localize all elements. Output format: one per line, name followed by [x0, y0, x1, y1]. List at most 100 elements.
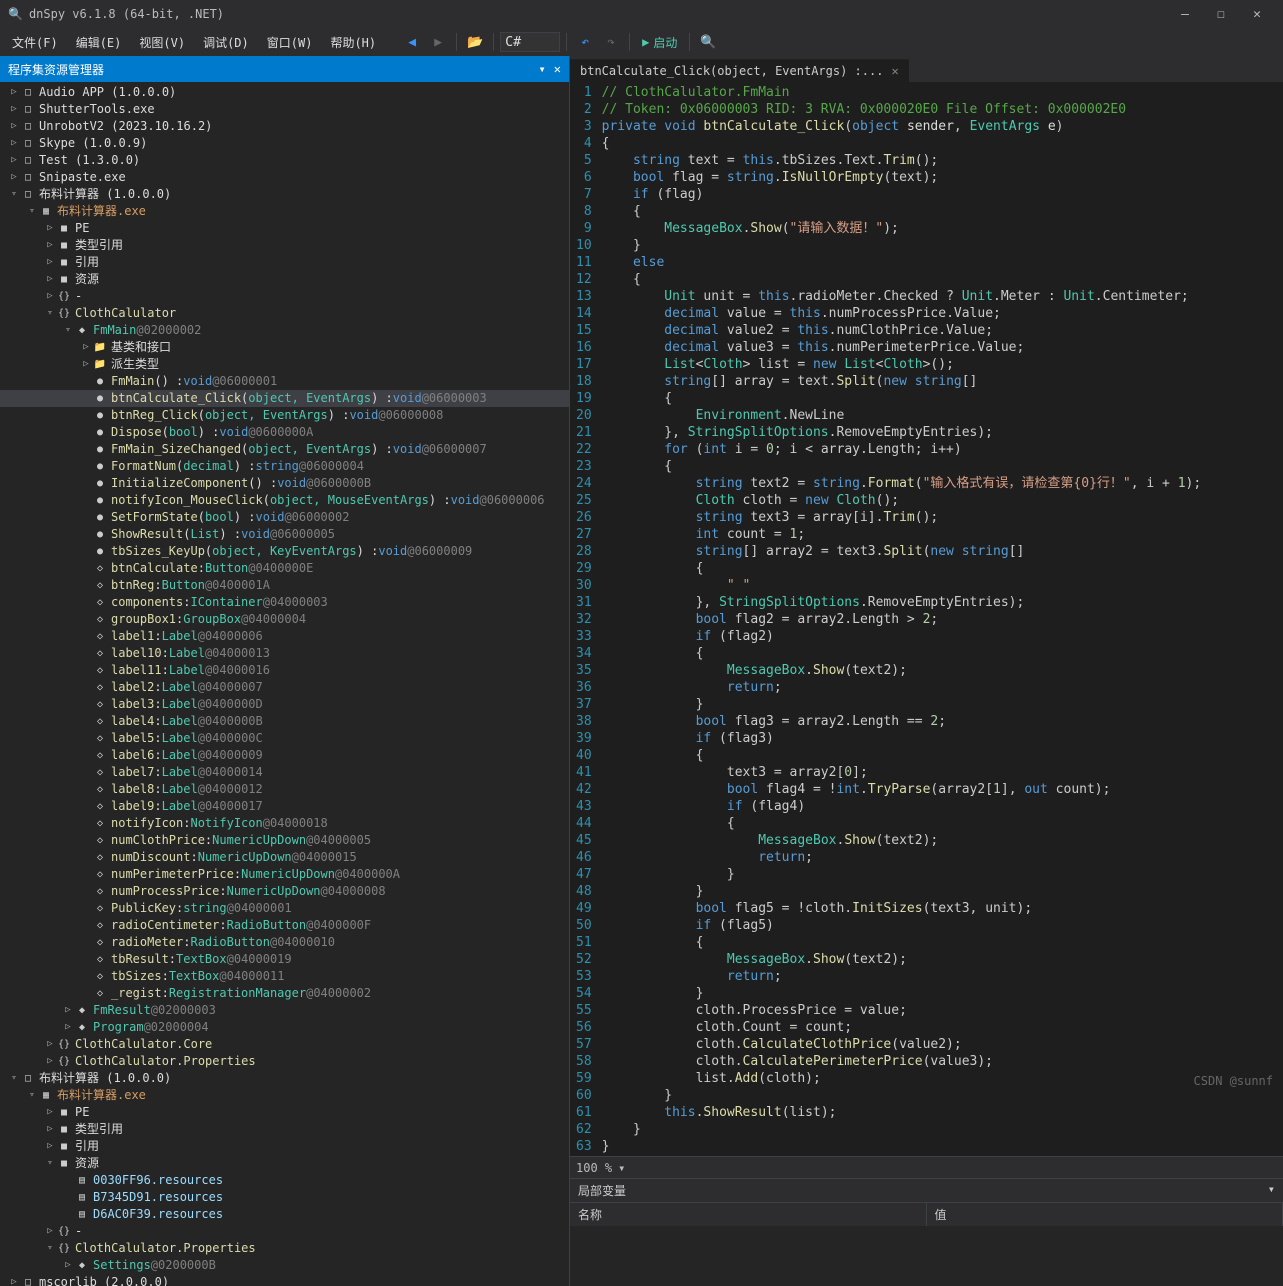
- tree-node[interactable]: ●SetFormState(bool) : void @06000002: [0, 509, 569, 526]
- tree-node[interactable]: ●FormatNum(decimal) : string @06000004: [0, 458, 569, 475]
- search-icon[interactable]: 🔍: [698, 32, 718, 52]
- menu-debug[interactable]: 调试(D): [195, 32, 257, 53]
- locals-col-name[interactable]: 名称: [570, 1203, 927, 1226]
- tree-node[interactable]: ▷□Test (1.3.0.0): [0, 152, 569, 169]
- tree-node[interactable]: ▷{}ClothCalulator.Core: [0, 1036, 569, 1053]
- tree-node[interactable]: ●btnCalculate_Click(object, EventArgs) :…: [0, 390, 569, 407]
- tree-node[interactable]: ◇notifyIcon : NotifyIcon @04000018: [0, 815, 569, 832]
- menu-file[interactable]: 文件(F): [4, 32, 66, 53]
- tree-node[interactable]: ▿▦布料计算器.exe: [0, 203, 569, 220]
- tree-node[interactable]: ●btnReg_Click(object, EventArgs) : void …: [0, 407, 569, 424]
- tree-node[interactable]: ▷■引用: [0, 1138, 569, 1155]
- tree-node[interactable]: ●InitializeComponent() : void @0600000B: [0, 475, 569, 492]
- code-source[interactable]: // ClothCalulator.FmMain// Token: 0x0600…: [602, 82, 1202, 1156]
- tab-btncalculate[interactable]: btnCalculate_Click(object, EventArgs) :.…: [570, 59, 909, 82]
- tree-node[interactable]: ▿■资源: [0, 1155, 569, 1172]
- tree-node[interactable]: ●notifyIcon_MouseClick(object, MouseEven…: [0, 492, 569, 509]
- tree-node[interactable]: ◇numDiscount : NumericUpDown @04000015: [0, 849, 569, 866]
- undo-icon[interactable]: ↶: [575, 32, 595, 52]
- locals-dropdown-icon[interactable]: ▾: [1268, 1182, 1275, 1199]
- tree-node[interactable]: ▷■资源: [0, 271, 569, 288]
- redo-icon[interactable]: ↷: [601, 32, 621, 52]
- tree-node[interactable]: ◇btnCalculate : Button @0400000E: [0, 560, 569, 577]
- tree-node[interactable]: ▷◆Program @02000004: [0, 1019, 569, 1036]
- tree-node[interactable]: ▷{}-: [0, 288, 569, 305]
- tree-node[interactable]: ▿{}ClothCalulator.Properties: [0, 1240, 569, 1257]
- tree-node[interactable]: ▷□Skype (1.0.0.9): [0, 135, 569, 152]
- tree-node[interactable]: ▷□UnrobotV2 (2023.10.16.2): [0, 118, 569, 135]
- tree-node[interactable]: ◇label2 : Label @04000007: [0, 679, 569, 696]
- tree-node[interactable]: ▷□Audio APP (1.0.0.0): [0, 84, 569, 101]
- tree-node[interactable]: ▷{}ClothCalulator.Properties: [0, 1053, 569, 1070]
- tree-node[interactable]: ◇tbSizes : TextBox @04000011: [0, 968, 569, 985]
- tree-node[interactable]: ◇groupBox1 : GroupBox @04000004: [0, 611, 569, 628]
- tree-node[interactable]: ◇label9 : Label @04000017: [0, 798, 569, 815]
- open-icon[interactable]: 📂: [465, 32, 485, 52]
- tree-node[interactable]: ▷□ShutterTools.exe: [0, 101, 569, 118]
- tree-node[interactable]: ▷■类型引用: [0, 1121, 569, 1138]
- tree-node[interactable]: ▿▦布料计算器.exe: [0, 1087, 569, 1104]
- tree-node[interactable]: ◇tbResult : TextBox @04000019: [0, 951, 569, 968]
- tree-node[interactable]: ▷📁派生类型: [0, 356, 569, 373]
- tree-node[interactable]: ◇numClothPrice : NumericUpDown @04000005: [0, 832, 569, 849]
- tree-node[interactable]: ▿{}ClothCalulator: [0, 305, 569, 322]
- tree-node[interactable]: ◇_regist : RegistrationManager @04000002: [0, 985, 569, 1002]
- tree-node[interactable]: ▿□布料计算器 (1.0.0.0): [0, 1070, 569, 1087]
- tree-node[interactable]: ◇label1 : Label @04000006: [0, 628, 569, 645]
- tree-node[interactable]: ▷■引用: [0, 254, 569, 271]
- tree-node[interactable]: ◇label10 : Label @04000013: [0, 645, 569, 662]
- tree-node[interactable]: ◇label3 : Label @0400000D: [0, 696, 569, 713]
- panel-close-icon[interactable]: ✕: [554, 62, 561, 76]
- menu-edit[interactable]: 编辑(E): [68, 32, 130, 53]
- tree-node[interactable]: ▤D6AC0F39.resources: [0, 1206, 569, 1223]
- tree-node[interactable]: ▿◆FmMain @02000002: [0, 322, 569, 339]
- tree-node[interactable]: ●ShowResult(List) : void @06000005: [0, 526, 569, 543]
- tree-node[interactable]: ●FmMain() : void @06000001: [0, 373, 569, 390]
- close-button[interactable]: ✕: [1239, 7, 1275, 22]
- tree-node[interactable]: ▷■类型引用: [0, 237, 569, 254]
- tree-node[interactable]: ▷□Snipaste.exe: [0, 169, 569, 186]
- tree-node[interactable]: ●Dispose(bool) : void @0600000A: [0, 424, 569, 441]
- tree-node[interactable]: ◇radioCentimeter : RadioButton @0400000F: [0, 917, 569, 934]
- tree-node[interactable]: ▷■PE: [0, 1104, 569, 1121]
- tree-node[interactable]: ▷📁基类和接口: [0, 339, 569, 356]
- menu-window[interactable]: 窗口(W): [259, 32, 321, 53]
- nav-back-icon[interactable]: ◀: [402, 32, 422, 52]
- close-icon[interactable]: ✕: [891, 64, 898, 78]
- tree-node[interactable]: ◇numProcessPrice : NumericUpDown @040000…: [0, 883, 569, 900]
- zoom-dropdown-icon[interactable]: ▾: [618, 1161, 625, 1175]
- tree-node[interactable]: ▷◆FmResult @02000003: [0, 1002, 569, 1019]
- code-editor[interactable]: 1234567891011121314151617181920212223242…: [570, 82, 1283, 1156]
- tree-node[interactable]: ◇label11 : Label @04000016: [0, 662, 569, 679]
- tree-node[interactable]: ▤B7345D91.resources: [0, 1189, 569, 1206]
- locals-col-value[interactable]: 值: [927, 1203, 1283, 1226]
- tree-node[interactable]: ◇btnReg : Button @0400001A: [0, 577, 569, 594]
- tree-node[interactable]: ●tbSizes_KeyUp(object, KeyEventArgs) : v…: [0, 543, 569, 560]
- tree-node[interactable]: ▷◆Settings @0200000B: [0, 1257, 569, 1274]
- tree-node[interactable]: ●FmMain_SizeChanged(object, EventArgs) :…: [0, 441, 569, 458]
- minimize-button[interactable]: —: [1167, 7, 1203, 22]
- menu-view[interactable]: 视图(V): [131, 32, 193, 53]
- tree-node[interactable]: ▿□布料计算器 (1.0.0.0): [0, 186, 569, 203]
- tree-node[interactable]: ▷■PE: [0, 220, 569, 237]
- tree-node[interactable]: ◇label8 : Label @04000012: [0, 781, 569, 798]
- tree-node[interactable]: ◇radioMeter : RadioButton @04000010: [0, 934, 569, 951]
- tree-node[interactable]: ◇PublicKey : string @04000001: [0, 900, 569, 917]
- maximize-button[interactable]: ☐: [1203, 7, 1239, 22]
- tree-node[interactable]: ▷□mscorlib (2.0.0.0): [0, 1274, 569, 1286]
- tree-node[interactable]: ◇label7 : Label @04000014: [0, 764, 569, 781]
- tree-node[interactable]: ▤0030FF96.resources: [0, 1172, 569, 1189]
- panel-dropdown-icon[interactable]: ▾: [539, 62, 546, 76]
- tree-node[interactable]: ◇components : IContainer @04000003: [0, 594, 569, 611]
- tree-node[interactable]: ▷{}-: [0, 1223, 569, 1240]
- language-combo[interactable]: [500, 32, 560, 52]
- locals-body[interactable]: [570, 1226, 1283, 1286]
- assembly-tree[interactable]: ▷□Audio APP (1.0.0.0)▷□ShutterTools.exe▷…: [0, 82, 569, 1286]
- tree-node[interactable]: ◇label5 : Label @0400000C: [0, 730, 569, 747]
- menu-help[interactable]: 帮助(H): [322, 32, 384, 53]
- start-button[interactable]: ▶ 启动: [636, 34, 683, 51]
- tree-node[interactable]: ◇numPerimeterPrice : NumericUpDown @0400…: [0, 866, 569, 883]
- tree-node[interactable]: ◇label6 : Label @04000009: [0, 747, 569, 764]
- tree-node[interactable]: ◇label4 : Label @0400000B: [0, 713, 569, 730]
- nav-fwd-icon[interactable]: ▶: [428, 32, 448, 52]
